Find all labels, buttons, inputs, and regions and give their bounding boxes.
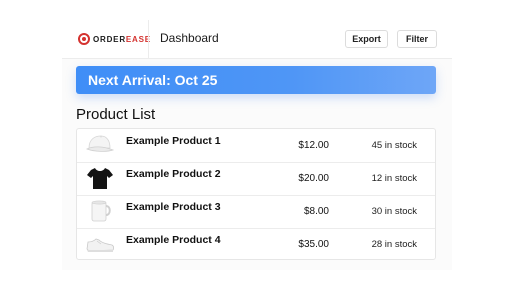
logo-text-order: ORDER bbox=[93, 34, 126, 44]
product-price: $12.00 bbox=[298, 140, 329, 151]
export-button[interactable]: Export bbox=[345, 30, 388, 48]
product-price: $20.00 bbox=[298, 173, 329, 184]
product-price: $35.00 bbox=[298, 239, 329, 250]
product-name: Example Product 1 bbox=[126, 135, 221, 147]
product-stock: 12 in stock bbox=[371, 173, 417, 184]
next-arrival-text: Next Arrival: Oct 25 bbox=[88, 72, 218, 88]
next-arrival-banner: Next Arrival: Oct 25 bbox=[76, 66, 436, 94]
product-list: Example Product 1 $12.00 45 in stock Exa… bbox=[76, 128, 436, 260]
page-title: Dashboard bbox=[160, 31, 219, 45]
logo-mark-icon bbox=[78, 33, 90, 45]
product-stock: 30 in stock bbox=[371, 206, 417, 217]
header-bar: ORDER EASE Dashboard Export Filter bbox=[62, 20, 452, 59]
product-row[interactable]: Example Product 1 $12.00 45 in stock bbox=[77, 129, 435, 163]
product-list-title: Product List bbox=[76, 106, 156, 123]
product-name: Example Product 3 bbox=[126, 201, 221, 213]
white-mug-icon bbox=[85, 197, 115, 225]
header-divider bbox=[148, 20, 149, 58]
product-row[interactable]: Example Product 2 $20.00 12 in stock bbox=[77, 162, 435, 196]
product-name: Example Product 2 bbox=[126, 168, 221, 180]
product-row[interactable]: Example Product 3 $8.00 30 in stock bbox=[77, 195, 435, 229]
app-window: ORDER EASE Dashboard Export Filter Next … bbox=[62, 20, 452, 270]
product-name: Example Product 4 bbox=[126, 234, 221, 246]
product-stock: 28 in stock bbox=[371, 239, 417, 250]
black-tshirt-icon bbox=[85, 164, 115, 192]
orderease-logo[interactable]: ORDER EASE bbox=[78, 31, 151, 47]
filter-button[interactable]: Filter bbox=[397, 30, 437, 48]
white-sneaker-icon bbox=[85, 230, 115, 258]
product-row[interactable]: Example Product 4 $35.00 28 in stock bbox=[77, 228, 435, 261]
product-stock: 45 in stock bbox=[371, 140, 417, 151]
product-price: $8.00 bbox=[303, 206, 329, 217]
white-cap-icon bbox=[85, 131, 115, 159]
